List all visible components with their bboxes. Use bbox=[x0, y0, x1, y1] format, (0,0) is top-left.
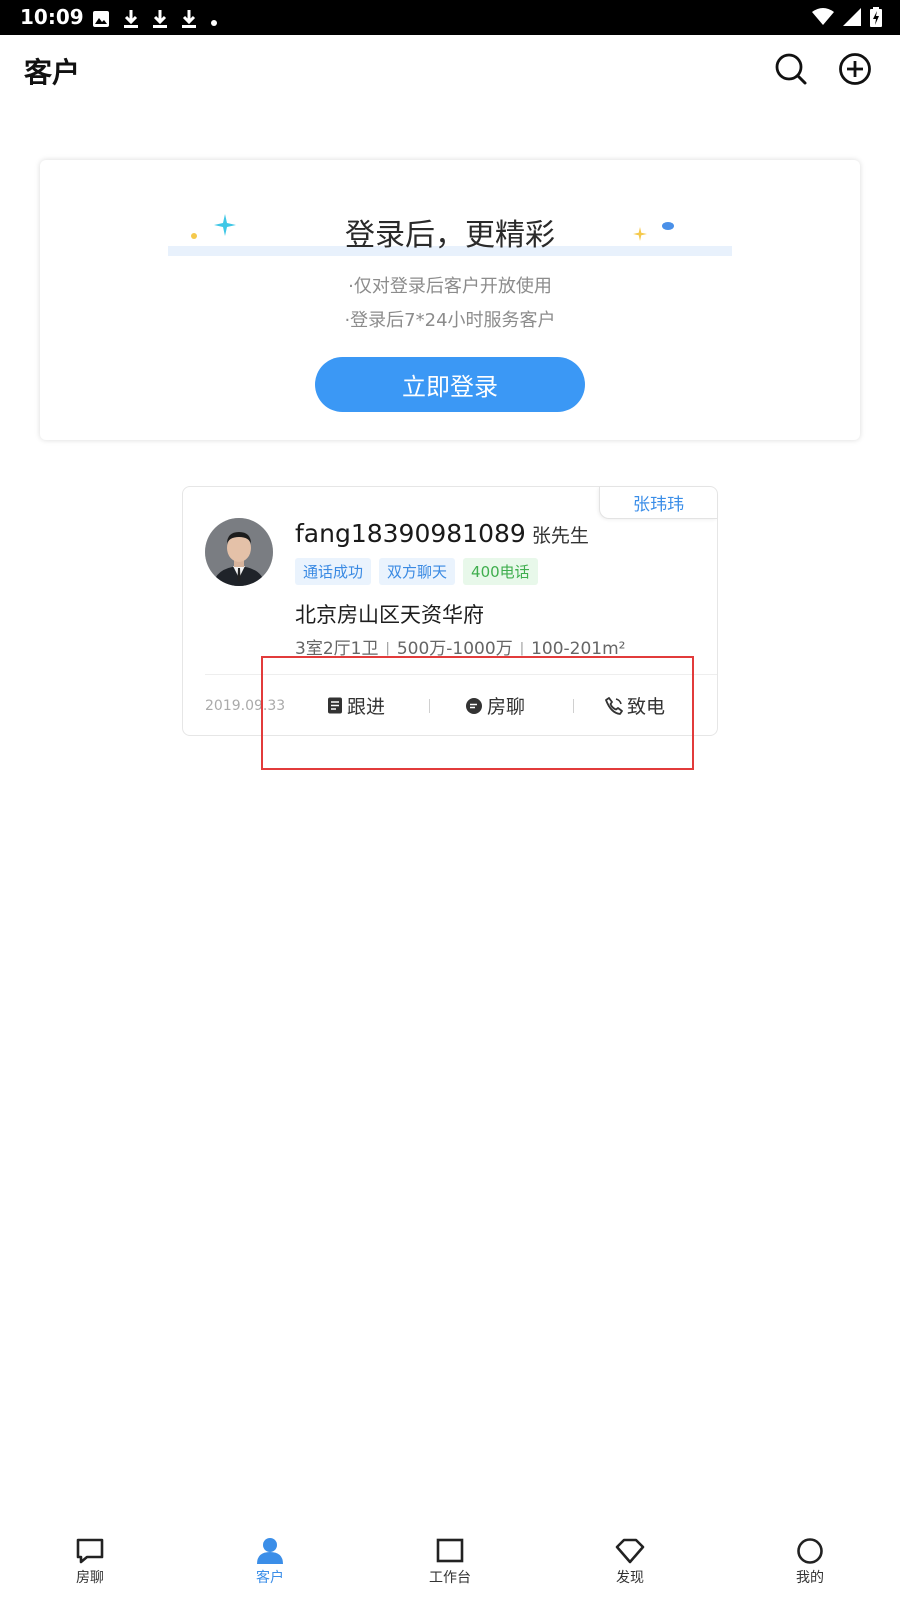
spec-separator: | bbox=[519, 641, 525, 656]
login-benefit-1: ·仅对登录后客户开放使用 bbox=[348, 276, 552, 297]
wifi-icon bbox=[812, 8, 834, 30]
download-icon bbox=[152, 9, 168, 33]
customer-salutation: 张先生 bbox=[531, 525, 589, 547]
circle-icon bbox=[797, 1538, 823, 1564]
app-header: 客户 bbox=[0, 35, 900, 105]
tag-mutual-chat: 双方聊天 bbox=[379, 558, 456, 585]
nav-item-customer[interactable]: 客户 bbox=[180, 1526, 360, 1600]
status-time: 10:09 bbox=[20, 5, 84, 29]
download-icon bbox=[181, 9, 197, 33]
login-button[interactable]: 立即登录 bbox=[315, 357, 585, 412]
dot-icon bbox=[210, 12, 218, 31]
page-title: 客户 bbox=[24, 56, 81, 89]
download-icon bbox=[123, 9, 139, 33]
dot-decor-icon bbox=[662, 222, 674, 230]
search-icon bbox=[775, 53, 807, 85]
login-benefit-2: ·登录后7*24小时服务客户 bbox=[344, 310, 556, 331]
nav-item-discover[interactable]: 发现 bbox=[540, 1526, 720, 1600]
status-system-icons bbox=[812, 7, 882, 31]
status-bar: 10:09 bbox=[0, 0, 900, 35]
image-icon bbox=[92, 10, 110, 32]
sparkle-icon bbox=[633, 227, 647, 241]
login-title-area: 登录后，更精彩 bbox=[168, 210, 732, 256]
customer-username: fang18390981089 bbox=[295, 519, 526, 548]
nav-label: 房聊 bbox=[76, 1570, 104, 1586]
chat-bubble-icon bbox=[76, 1538, 104, 1564]
add-button[interactable] bbox=[836, 50, 874, 88]
customer-tags: 通话成功 双方聊天 400电话 bbox=[295, 558, 538, 585]
nav-label: 发现 bbox=[616, 1570, 644, 1586]
nav-label: 工作台 bbox=[429, 1570, 471, 1586]
square-icon bbox=[436, 1538, 464, 1563]
login-title: 登录后，更精彩 bbox=[345, 218, 555, 253]
spec-separator: | bbox=[385, 641, 390, 656]
status-notification-icons bbox=[92, 9, 218, 33]
sparkle-icon bbox=[214, 214, 236, 236]
login-promo-card: 登录后，更精彩 ·仅对登录后客户开放使用 ·登录后7*24小时服务客户 立即登录 bbox=[40, 160, 860, 440]
nav-label: 客户 bbox=[256, 1570, 284, 1586]
bottom-nav: 房聊 客户 工作台 发现 我的 bbox=[0, 1526, 900, 1600]
tag-400-call: 400电话 bbox=[463, 558, 538, 585]
nav-item-chat[interactable]: 房聊 bbox=[0, 1526, 180, 1600]
nav-item-workbench[interactable]: 工作台 bbox=[360, 1526, 540, 1600]
diamond-icon bbox=[615, 1538, 645, 1564]
signal-icon bbox=[842, 7, 862, 31]
avatar bbox=[205, 518, 273, 586]
battery-icon bbox=[870, 7, 882, 31]
tag-call-success: 通话成功 bbox=[295, 558, 372, 585]
add-circle-icon bbox=[839, 53, 871, 85]
dot-decor-icon bbox=[191, 233, 197, 239]
highlight-box bbox=[261, 656, 694, 770]
person-icon bbox=[257, 1538, 283, 1564]
nav-label: 我的 bbox=[796, 1570, 824, 1586]
search-button[interactable] bbox=[772, 50, 810, 88]
owner-tag: 张玮玮 bbox=[599, 487, 717, 519]
customer-name: fang18390981089 张先生 bbox=[295, 519, 589, 548]
nav-item-mine[interactable]: 我的 bbox=[720, 1526, 900, 1600]
customer-address: 北京房山区天资华府 bbox=[295, 603, 484, 627]
